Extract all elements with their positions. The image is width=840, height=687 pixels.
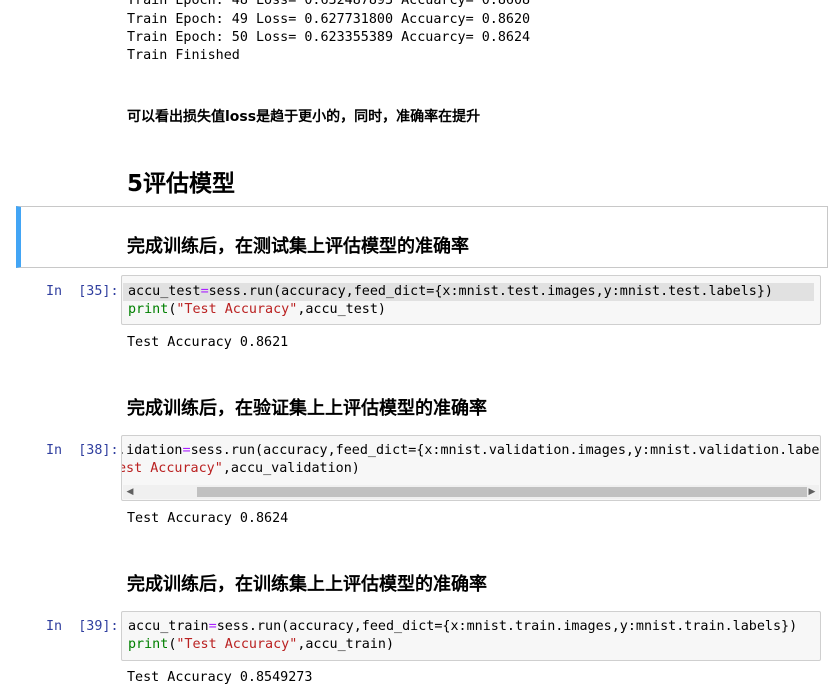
heading-train: 完成训练后，在训练集上上评估模型的准确率 (127, 574, 487, 595)
markdown-note: 可以看出损失值loss是趋于更小的，同时，准确率在提升 (127, 109, 481, 125)
training-output-line: Train Epoch: 49 Loss= 0.627731800 Accuar… (127, 12, 531, 27)
scrollbar-thumb[interactable] (197, 487, 807, 497)
code-cell-input[interactable]: .idation=sess.run(accuracy,feed_dict={x:… (121, 435, 821, 501)
scroll-left-icon[interactable]: ◀ (123, 485, 137, 499)
cell-prompt: In [35]: (46, 284, 119, 299)
cell-prompt: In [38]: (46, 443, 119, 458)
code-line: .idation=sess.run(accuracy,feed_dict={x:… (122, 443, 821, 458)
training-output-line: Train Finished (127, 48, 240, 63)
cell-prompt: In [39]: (46, 619, 119, 634)
cell-output: Test Accuracy 0.8549273 (127, 670, 313, 685)
code-cell-input[interactable]: accu_test=sess.run(accuracy,feed_dict={x… (121, 275, 821, 325)
code-line: accu_train=sess.run(accuracy,feed_dict={… (128, 619, 798, 634)
scroll-right-icon[interactable]: ▶ (805, 485, 819, 499)
code-line: print("Test Accuracy",accu_test) (128, 302, 386, 317)
training-output-line: Train Epoch: 50 Loss= 0.623355389 Accuar… (127, 30, 531, 45)
training-output-line: Train Epoch: 48 Loss= 0.632487893 Accuar… (127, 0, 531, 8)
code-line: accu_test=sess.run(accuracy,feed_dict={x… (128, 284, 773, 299)
code-line: print("Test Accuracy",accu_train) (128, 637, 395, 652)
code-line: est Accuracy",accu_validation) (121, 461, 360, 476)
section-heading: 5评估模型 (127, 171, 236, 197)
heading-test: 完成训练后，在测试集上评估模型的准确率 (127, 236, 469, 257)
cell-output: Test Accuracy 0.8621 (127, 335, 289, 350)
horizontal-scrollbar[interactable]: ◀ ▶ (123, 485, 819, 499)
code-cell-input[interactable]: accu_train=sess.run(accuracy,feed_dict={… (121, 611, 821, 661)
heading-validation: 完成训练后，在验证集上上评估模型的准确率 (127, 398, 487, 419)
cell-output: Test Accuracy 0.8624 (127, 511, 289, 526)
